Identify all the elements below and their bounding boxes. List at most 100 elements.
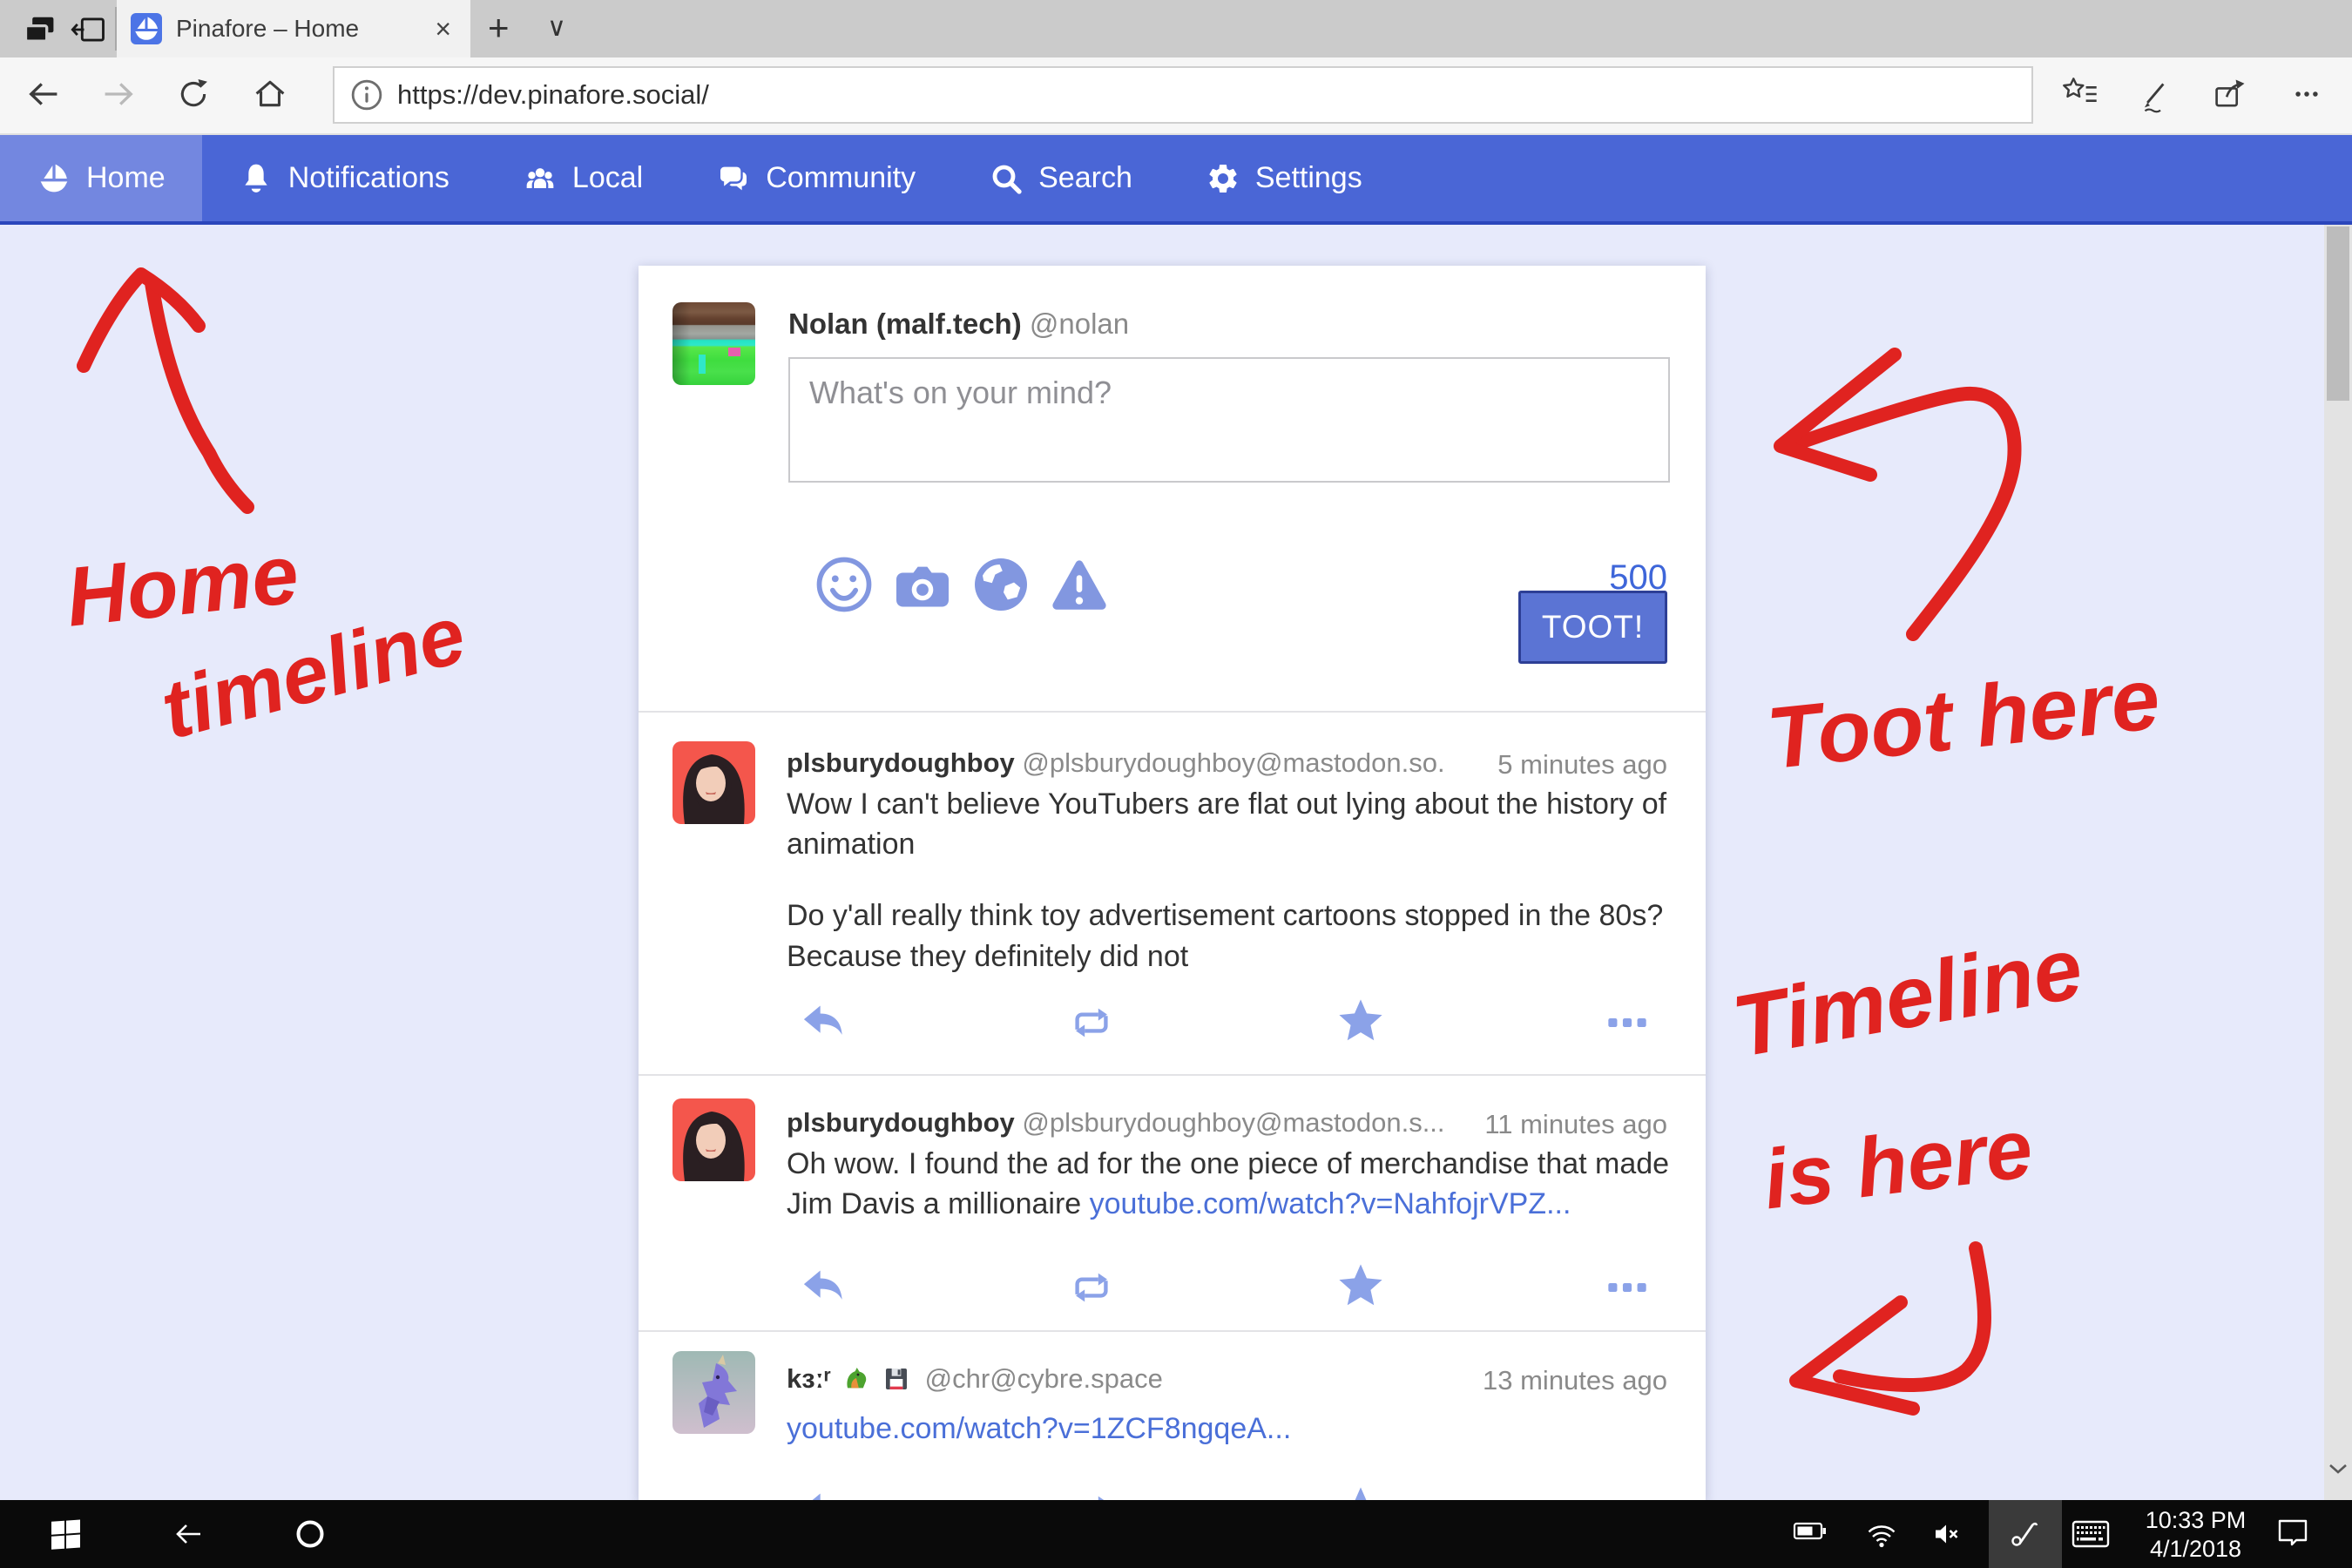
floppy-disk-emoji — [882, 1365, 910, 1393]
post-1-display-name[interactable]: plsburydoughboy — [787, 747, 1015, 778]
boost-icon[interactable] — [1066, 1001, 1119, 1046]
cortana-circle-icon[interactable] — [293, 1517, 328, 1551]
home-icon[interactable] — [251, 75, 289, 113]
url-input[interactable] — [395, 78, 2031, 112]
page-content: Nolan (malf.tech) @nolan 500 TOOT! — [0, 225, 2352, 1500]
post-2-avatar[interactable] — [672, 1098, 755, 1181]
address-bar[interactable] — [333, 66, 2033, 124]
post-1-handle[interactable]: @plsburydoughboy@mastodon.so... — [1022, 747, 1444, 778]
nav-label-notifications: Notifications — [288, 161, 449, 195]
post-2-link[interactable]: youtube.com/watch?v=NahfojrVPZ... — [1090, 1187, 1571, 1220]
tab-title: Pinafore – Home — [176, 15, 435, 43]
post-1-timestamp[interactable]: 5 minutes ago — [1497, 749, 1667, 781]
tab-menu-chevron-icon[interactable]: ∨ — [547, 12, 566, 43]
post-1-paragraph: Wow I can't believe YouTubers are flat o… — [787, 784, 1673, 864]
wifi-icon[interactable] — [1864, 1517, 1899, 1551]
chat-bubbles-icon — [716, 161, 751, 196]
nav-label-local: Local — [572, 161, 643, 195]
nav-label-search: Search — [1038, 161, 1132, 195]
touch-keyboard-icon[interactable] — [2072, 1517, 2106, 1551]
people-icon — [523, 161, 558, 196]
favorite-star-icon[interactable] — [1335, 1262, 1388, 1308]
nav-label-community: Community — [766, 161, 916, 195]
tabs-set-aside-icon[interactable] — [70, 10, 108, 49]
compose-display-name: Nolan (malf.tech) — [788, 308, 1022, 340]
windows-ink-button[interactable] — [1989, 1500, 2062, 1568]
post-3-handle[interactable]: @chr@cybre.space — [925, 1363, 1163, 1394]
back-icon[interactable] — [24, 75, 63, 113]
pinafore-favicon — [131, 13, 162, 44]
media-camera-icon[interactable] — [891, 553, 954, 616]
compose-user: Nolan (malf.tech) @nolan — [788, 308, 1129, 341]
site-info-icon[interactable] — [350, 78, 383, 112]
compose-box: Nolan (malf.tech) @nolan 500 TOOT! — [639, 266, 1706, 713]
clock-date: 4/1/2018 — [2141, 1535, 2250, 1564]
post-1-avatar[interactable] — [672, 741, 755, 824]
nav-tab-community[interactable]: Community — [679, 135, 952, 221]
taskbar: 10:33 PM 4/1/2018 — [0, 1500, 2352, 1568]
nav-tab-notifications[interactable]: Notifications — [202, 135, 486, 221]
web-note-pen-icon[interactable] — [2136, 75, 2174, 113]
clock-time: 10:33 PM — [2141, 1506, 2250, 1535]
more-icon[interactable] — [1605, 1007, 1657, 1052]
post-2-handle[interactable]: @plsburydoughboy@mastodon.s... — [1022, 1107, 1444, 1138]
post-1[interactable]: plsburydoughboy @plsburydoughboy@mastodo… — [639, 713, 1706, 1076]
reply-icon[interactable] — [797, 1266, 849, 1311]
refresh-icon[interactable] — [174, 75, 213, 113]
page-scrollbar[interactable] — [2324, 225, 2352, 1500]
compose-input[interactable] — [788, 357, 1670, 483]
post-3-avatar[interactable] — [672, 1351, 755, 1434]
scrollbar-thumb[interactable] — [2327, 226, 2349, 401]
post-1-header: plsburydoughboy @plsburydoughboy@mastodo… — [787, 747, 1444, 779]
share-icon[interactable] — [2211, 75, 2249, 113]
gear-icon — [1206, 161, 1240, 196]
favorite-star-icon[interactable] — [1335, 997, 1388, 1043]
glitch-pixel — [728, 348, 740, 356]
taskbar-clock[interactable]: 10:33 PM 4/1/2018 — [2141, 1506, 2250, 1564]
pinafore-nav: Home Notifications Local Community Searc… — [0, 135, 2352, 225]
boost-icon[interactable] — [1066, 1266, 1119, 1311]
toot-button[interactable]: TOOT! — [1518, 591, 1667, 664]
nav-tab-local[interactable]: Local — [486, 135, 679, 221]
post-2-timestamp[interactable]: 11 minutes ago — [1484, 1109, 1667, 1140]
post-3-body: youtube.com/watch?v=1ZCF8ngqeA... — [787, 1409, 1673, 1449]
browser-command-bar — [0, 57, 2352, 135]
nav-tab-home[interactable]: Home — [0, 135, 202, 221]
action-center-icon[interactable] — [2275, 1517, 2310, 1551]
windows-start-icon[interactable] — [49, 1517, 84, 1551]
post-2-header: plsburydoughboy @plsburydoughboy@mastodo… — [787, 1107, 1444, 1139]
privacy-globe-icon[interactable] — [970, 553, 1032, 616]
post-2-display-name[interactable]: plsburydoughboy — [787, 1107, 1015, 1138]
scroll-down-icon[interactable] — [2327, 1460, 2349, 1477]
set-tabs-aside-icon[interactable] — [21, 10, 59, 49]
more-icon[interactable] — [1605, 1272, 1657, 1317]
post-3-link[interactable]: youtube.com/watch?v=1ZCF8ngqeA... — [787, 1412, 1291, 1445]
tab-close-icon[interactable]: × — [435, 13, 451, 45]
forward-icon[interactable] — [99, 75, 138, 113]
back-arrow-icon[interactable] — [171, 1517, 206, 1551]
post-3-header: kɜːʳ @chr@cybre.space — [787, 1363, 1444, 1395]
battery-icon[interactable] — [1793, 1517, 1828, 1551]
screen: Pinafore – Home × + ∨ — [0, 0, 2352, 1568]
nav-tab-search[interactable]: Search — [952, 135, 1169, 221]
tab-pinafore[interactable]: Pinafore – Home × — [117, 0, 470, 57]
nav-tab-settings[interactable]: Settings — [1169, 135, 1399, 221]
content-warning-icon[interactable] — [1048, 553, 1111, 616]
emoji-icon[interactable] — [813, 553, 875, 616]
volume-muted-icon[interactable] — [1932, 1517, 1967, 1551]
timeline-card: Nolan (malf.tech) @nolan 500 TOOT! — [639, 266, 1706, 1503]
post-3[interactable]: kɜːʳ @chr@cybre.space 13 minutes ago you… — [639, 1332, 1706, 1503]
nav-label-settings: Settings — [1255, 161, 1362, 195]
new-tab-button[interactable]: + — [488, 7, 510, 49]
post-2[interactable]: plsburydoughboy @plsburydoughboy@mastodo… — [639, 1076, 1706, 1332]
compose-avatar[interactable] — [672, 302, 755, 385]
sailboat-icon — [37, 161, 71, 196]
nav-label-home: Home — [86, 161, 166, 195]
browser-titlebar: Pinafore – Home × + ∨ — [0, 0, 2352, 57]
reply-icon[interactable] — [797, 1001, 849, 1046]
post-3-timestamp[interactable]: 13 minutes ago — [1483, 1365, 1667, 1396]
post-3-display-name[interactable]: kɜːʳ — [787, 1363, 831, 1394]
favorites-hub-icon[interactable] — [2061, 75, 2099, 113]
dragon-emoji — [841, 1363, 871, 1393]
more-icon[interactable] — [2288, 75, 2326, 113]
